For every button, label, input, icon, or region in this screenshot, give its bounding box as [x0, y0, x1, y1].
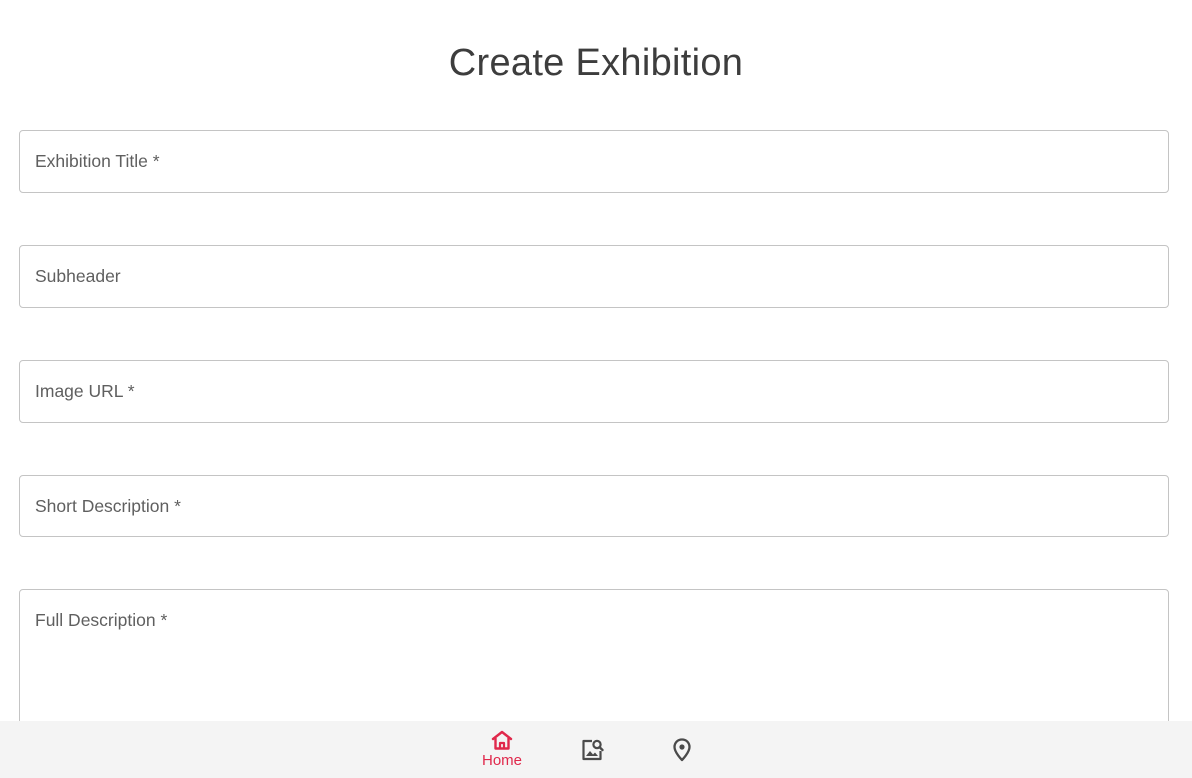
- page-title: Create Exhibition: [448, 42, 744, 84]
- subheader-field[interactable]: Subheader: [19, 245, 1169, 308]
- nav-item-location[interactable]: [652, 721, 712, 778]
- nav-item-home[interactable]: Home: [472, 721, 532, 778]
- image-url-field[interactable]: Image URL *: [19, 360, 1169, 423]
- short-description-label: Short Description *: [35, 496, 181, 516]
- location-pin-icon: [671, 737, 693, 763]
- bottom-navigation: Home: [0, 721, 1192, 778]
- full-description-label: Full Description *: [35, 610, 168, 630]
- nav-item-image-search[interactable]: [562, 721, 622, 778]
- short-description-field[interactable]: Short Description *: [19, 475, 1169, 537]
- subheader-label: Subheader: [35, 266, 121, 286]
- image-url-label: Image URL *: [35, 381, 135, 401]
- nav-label-home: Home: [481, 752, 522, 769]
- exhibition-title-field[interactable]: Exhibition Title *: [19, 130, 1169, 193]
- create-exhibition-page: Create Exhibition Exhibition Title * Sub…: [0, 0, 1192, 778]
- exhibition-title-label: Exhibition Title *: [35, 151, 160, 171]
- image-search-icon: [579, 737, 605, 763]
- home-icon: [490, 729, 514, 751]
